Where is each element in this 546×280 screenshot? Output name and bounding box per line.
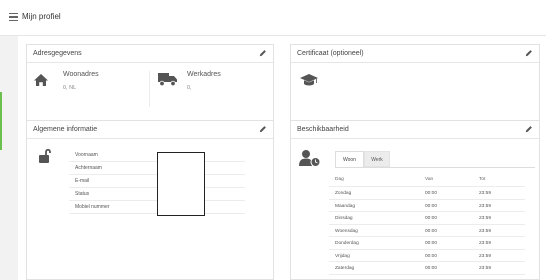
panel-header: Certificaat (optioneel) xyxy=(291,45,539,63)
panel-header: Beschikbaarheid xyxy=(291,121,539,139)
certificate-panel: Certificaat (optioneel) xyxy=(290,44,540,121)
table-row: Woensdag 00:00 23:59 xyxy=(329,225,525,237)
panel-title: Beschikbaarheid xyxy=(297,126,349,133)
home-address-label: Woonadres xyxy=(63,71,99,78)
panel-title: Certificaat (optioneel) xyxy=(297,50,364,57)
tab-underline xyxy=(335,167,535,168)
panel-title: Adresgegevens xyxy=(33,50,82,57)
pencil-icon[interactable] xyxy=(259,49,267,57)
tab-werk[interactable]: Werk xyxy=(364,151,390,167)
table-row: Dinsdag 00:00 23:59 xyxy=(329,212,525,225)
left-sidebar-strip xyxy=(0,36,18,280)
divider xyxy=(149,71,150,107)
availability-panel: Beschikbaarheid Woon Werk Dag Van Tot Zo… xyxy=(290,120,540,280)
panel-header: Adresgegevens xyxy=(27,45,273,63)
table-row: Zondag 00:00 23:59 xyxy=(329,187,525,200)
table-row: Zaterdag 00:00 23:59 xyxy=(329,262,525,275)
top-bar: Mijn profiel xyxy=(0,0,546,36)
pencil-icon[interactable] xyxy=(525,125,533,133)
active-indicator xyxy=(0,92,2,150)
table-row: Vrijdag 00:00 23:59 xyxy=(329,250,525,262)
work-address-label: Werkadres xyxy=(187,71,221,78)
page-title: Mijn profiel xyxy=(22,12,61,21)
tab-woon[interactable]: Woon xyxy=(335,151,364,167)
truck-icon xyxy=(158,73,177,87)
panel-header: Algemene informatie xyxy=(27,121,273,139)
table-row: Donderdag 00:00 23:59 xyxy=(329,237,525,250)
table-header: Dag Van Tot xyxy=(329,173,525,187)
pencil-icon[interactable] xyxy=(259,125,267,133)
work-address-value: 0, xyxy=(187,85,192,91)
general-info-panel: Algemene informatie Voornaam Achternaam … xyxy=(26,120,274,280)
availability-table: Dag Van Tot Zondag 00:00 23:59 Maandag 0… xyxy=(329,173,525,275)
home-address-value: 0, NL xyxy=(63,85,77,91)
info-values-box xyxy=(157,152,205,216)
user-clock-icon xyxy=(299,150,321,167)
table-row: Maandag 00:00 23:59 xyxy=(329,200,525,212)
address-panel: Adresgegevens Woonadres 0, NL Werkadres … xyxy=(26,44,274,121)
house-icon xyxy=(34,74,48,86)
panel-title: Algemene informatie xyxy=(33,126,98,133)
unlocked-padlock-icon xyxy=(39,148,51,163)
graduation-cap-icon xyxy=(300,74,318,86)
hamburger-icon[interactable] xyxy=(9,13,18,22)
pencil-icon[interactable] xyxy=(525,49,533,57)
